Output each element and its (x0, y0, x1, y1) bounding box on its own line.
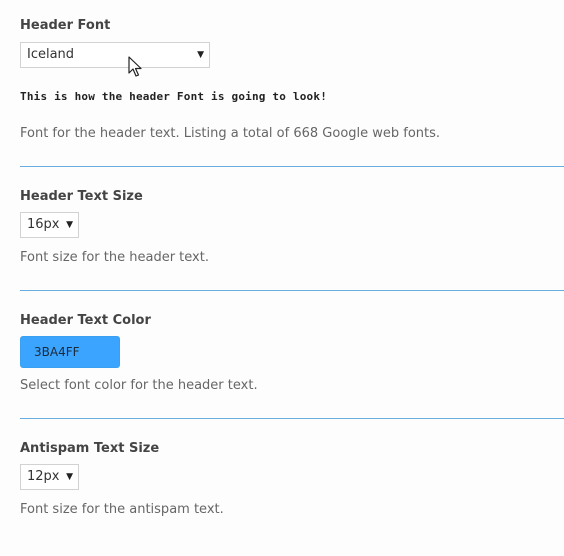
header-font-select[interactable]: Iceland ▼ (20, 42, 210, 68)
header-text-color-value: 3BA4FF (34, 345, 80, 359)
header-text-size-description: Font size for the header text. (20, 250, 209, 265)
chevron-down-icon: ▼ (66, 472, 73, 482)
header-text-size-label: Header Text Size (20, 189, 143, 204)
header-font-description: Font for the header text. Listing a tota… (20, 126, 441, 141)
chevron-down-icon: ▼ (197, 50, 204, 60)
header-text-size-select[interactable]: 16px ▼ (20, 212, 79, 238)
antispam-text-size-label: Antispam Text Size (20, 441, 160, 456)
chevron-down-icon: ▼ (66, 220, 73, 230)
mouse-pointer-icon (128, 56, 142, 77)
header-text-color-label: Header Text Color (20, 313, 151, 328)
header-font-label: Header Font (20, 18, 111, 33)
antispam-text-size-selected-value: 12px (27, 469, 60, 484)
divider (20, 166, 564, 167)
header-font-preview: This is how the header Font is going to … (20, 90, 328, 103)
header-text-size-selected-value: 16px (27, 217, 60, 232)
header-font-selected-value: Iceland (27, 47, 75, 62)
header-text-color-picker[interactable]: 3BA4FF (20, 336, 120, 368)
header-text-color-description: Select font color for the header text. (20, 378, 258, 393)
antispam-text-size-description: Font size for the antispam text. (20, 502, 224, 517)
divider (20, 418, 564, 419)
antispam-text-size-select[interactable]: 12px ▼ (20, 464, 79, 490)
divider (20, 290, 564, 291)
